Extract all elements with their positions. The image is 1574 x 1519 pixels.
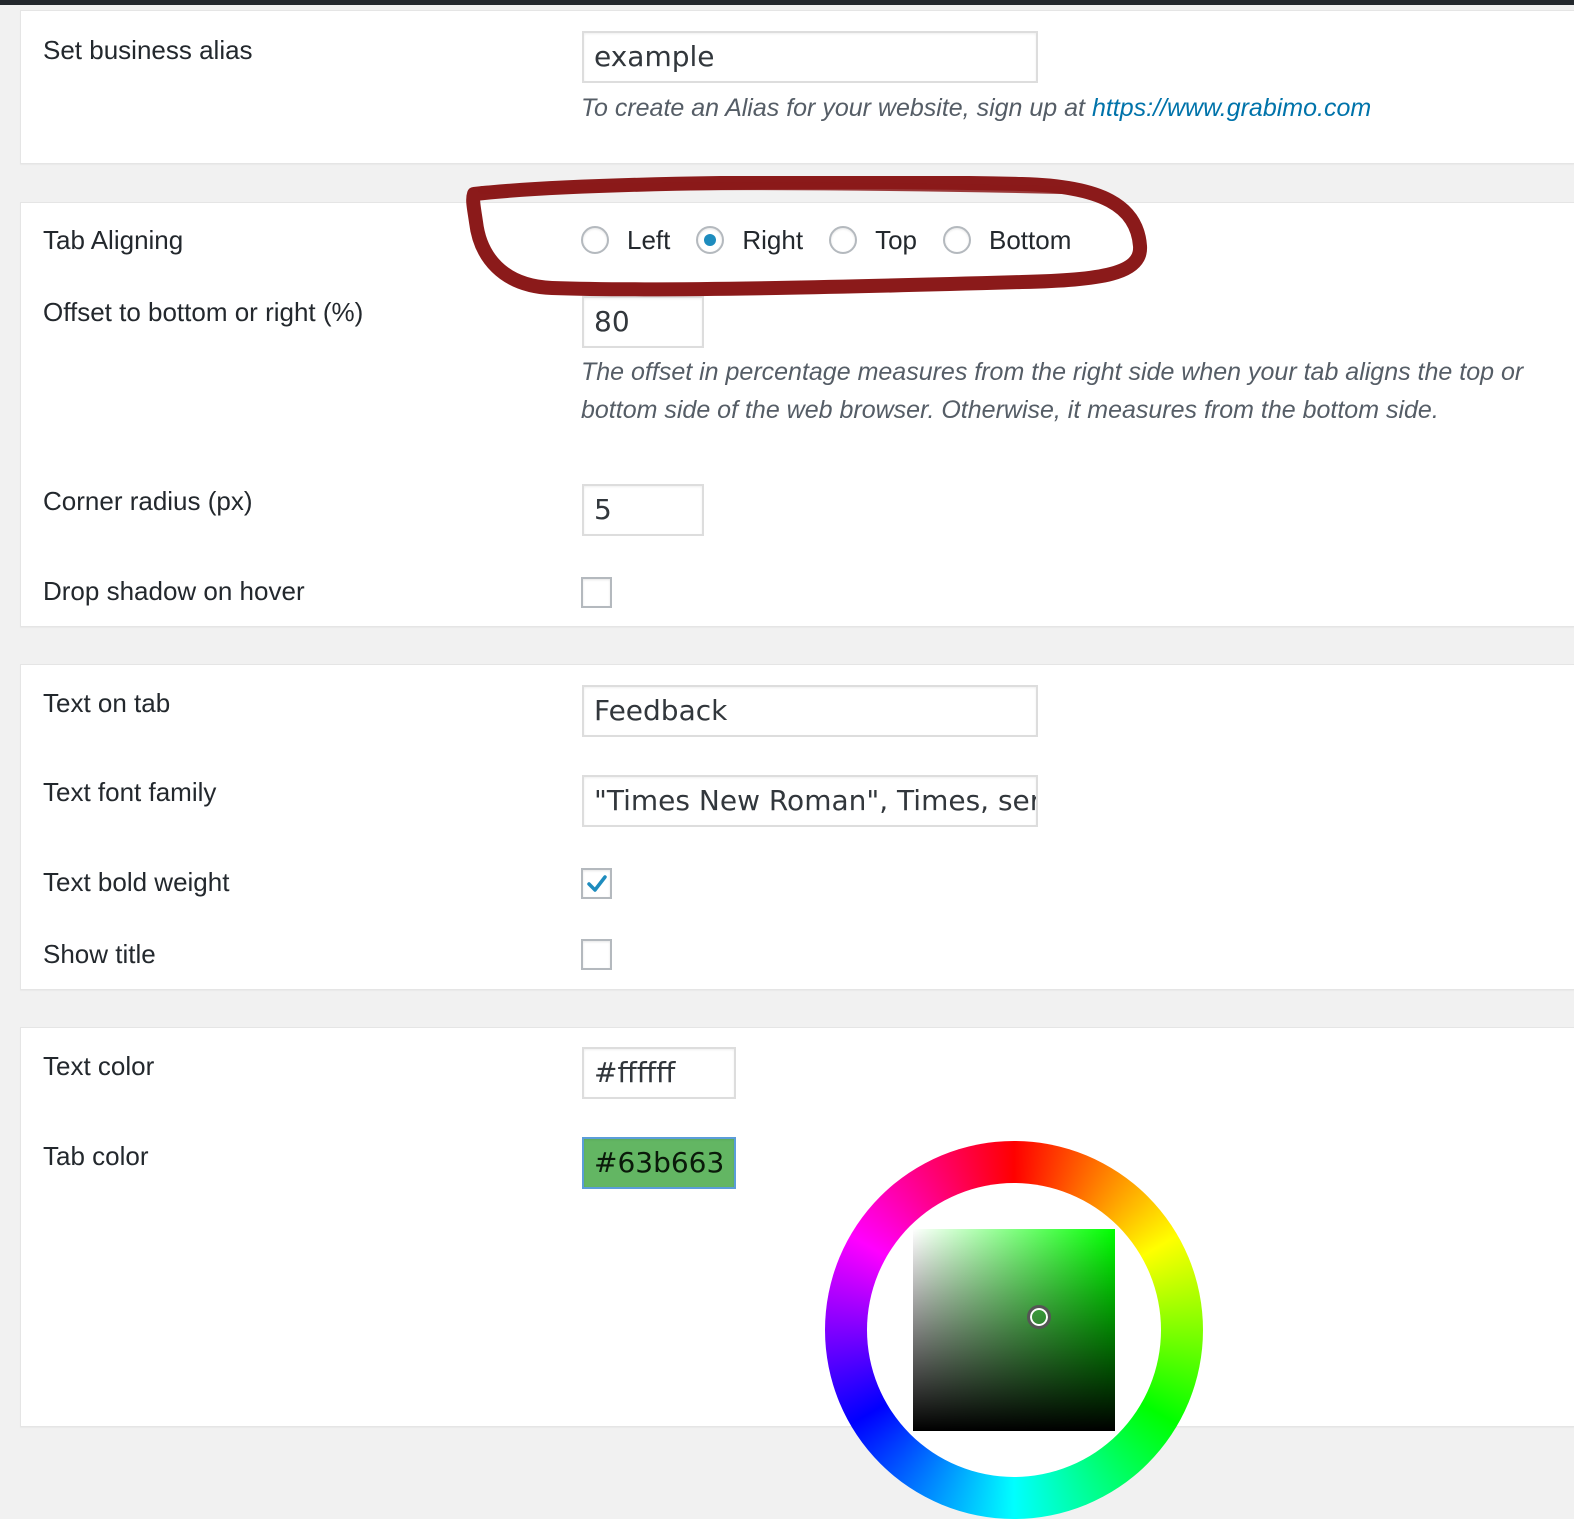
business-alias-label: Set business alias: [43, 35, 253, 65]
font-family-label: Text font family: [43, 777, 217, 807]
text-on-tab-label: Text on tab: [43, 688, 171, 718]
text-bold-label: Text bold weight: [43, 867, 230, 897]
saturation-value-square[interactable]: [913, 1229, 1115, 1431]
show-title-label: Show title: [43, 939, 156, 969]
tab-aligning-label: Tab Aligning: [43, 225, 184, 255]
color-settings-card: Text color #ffffff Tab color #63b663: [20, 1027, 1574, 1427]
radio-right-label[interactable]: Right: [742, 225, 803, 256]
checkmark-icon: [587, 875, 607, 892]
tab-color-label: Tab color: [43, 1141, 149, 1171]
radio-bottom[interactable]: [943, 226, 971, 254]
font-family-input[interactable]: "Times New Roman", Times, seri: [582, 775, 1038, 827]
alias-description: To create an Alias for your website, sig…: [581, 89, 1551, 127]
corner-radius-input[interactable]: 5: [582, 484, 704, 536]
alias-settings-card: Set business alias example To create an …: [20, 10, 1574, 164]
admin-top-bar: [0, 0, 1574, 5]
text-color-input[interactable]: #ffffff: [582, 1047, 736, 1099]
text-color-label: Text color: [43, 1051, 155, 1081]
show-title-checkbox[interactable]: [581, 939, 612, 970]
offset-description: The offset in percentage measures from t…: [581, 358, 1524, 424]
radio-bottom-label[interactable]: Bottom: [989, 225, 1071, 256]
color-picker[interactable]: [825, 1141, 1203, 1519]
radio-top-label[interactable]: Top: [875, 225, 917, 256]
offset-label: Offset to bottom or right (%): [43, 297, 364, 327]
tab-color-input[interactable]: #63b663: [582, 1137, 736, 1189]
tab-aligning-radio-group: Left Right Top Bottom: [581, 220, 1097, 260]
offset-input[interactable]: 80: [582, 296, 704, 348]
text-bold-checkbox[interactable]: [581, 868, 612, 899]
color-selection-marker[interactable]: [1027, 1305, 1051, 1329]
text-on-tab-input[interactable]: Feedback: [582, 685, 1038, 737]
radio-top[interactable]: [829, 226, 858, 254]
business-alias-input[interactable]: example: [582, 31, 1038, 83]
alias-description-text: To create an Alias for your website, sig…: [581, 94, 1092, 122]
text-settings-card: Text on tab Feedback Text font family "T…: [20, 664, 1574, 990]
radio-left[interactable]: [581, 226, 609, 254]
grabimo-signup-link[interactable]: https://www.grabimo.com: [1092, 94, 1371, 122]
radio-right[interactable]: [696, 226, 725, 254]
radio-left-label[interactable]: Left: [627, 225, 670, 256]
tab-layout-card: Tab Aligning Left Right Top Bottom Offse…: [20, 202, 1574, 627]
drop-shadow-label: Drop shadow on hover: [43, 576, 305, 606]
drop-shadow-checkbox[interactable]: [581, 577, 612, 608]
corner-radius-label: Corner radius (px): [43, 486, 253, 516]
